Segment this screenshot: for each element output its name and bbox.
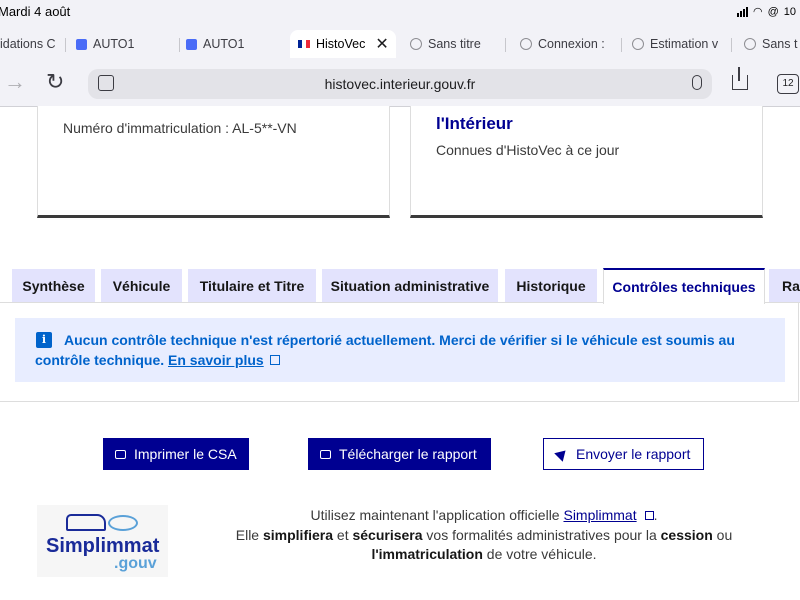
globe-icon <box>632 38 644 50</box>
download-report-button[interactable]: Télécharger le rapport <box>308 438 491 470</box>
simplimmat-promo: Utilisez maintenant l'application offici… <box>200 506 768 565</box>
card-subtitle: Connues d'HistoVec à ce jour <box>436 142 620 158</box>
print-csa-button[interactable]: Imprimer le CSA <box>103 438 249 470</box>
share-icon[interactable] <box>732 67 748 90</box>
simplimmat-link[interactable]: Simplimmat <box>563 507 654 523</box>
promo-text: Utilisez maintenant l'application offici… <box>310 507 564 523</box>
promo-text: ou <box>712 526 733 543</box>
tab-vehicule[interactable]: Véhicule <box>101 269 182 302</box>
auto1-favicon-icon <box>76 38 87 50</box>
french-flag-icon <box>298 40 310 48</box>
browser-tab[interactable]: idations C <box>0 30 66 58</box>
tab-title: Sans titre <box>428 37 481 51</box>
tab-title: Connexion : <box>538 37 605 51</box>
browser-tab[interactable]: AUTO1 <box>72 30 180 58</box>
tab-rapport[interactable]: Rap <box>769 269 800 302</box>
learn-more-label: En savoir plus <box>168 352 264 368</box>
tab-title: AUTO1 <box>203 37 245 51</box>
close-tab-icon[interactable]: ✕ <box>375 34 388 54</box>
promo-emphasis: sécurisera <box>352 526 423 543</box>
globe-icon <box>410 38 422 50</box>
forward-arrow-icon[interactable]: → <box>4 69 26 95</box>
status-time: Mardi 4 août <box>0 4 71 19</box>
send-report-label: Envoyer le rapport <box>576 446 691 462</box>
card-title: l'Intérieur <box>436 114 513 133</box>
tab-historique[interactable]: Historique <box>505 269 597 302</box>
motorcycle-icon <box>108 515 138 531</box>
promo-emphasis: cession <box>660 526 713 543</box>
browser-tab-strip: Mardi 4 août ◠ @ 10 idations C AUTO1 AUT… <box>0 0 800 61</box>
registration-number: Numéro d'immatriculation : AL-5**-VN <box>63 120 297 136</box>
alert-message: Aucun contrôle technique n'est répertori… <box>35 330 775 370</box>
tab-situation-administrative[interactable]: Situation administrative <box>322 269 498 302</box>
learn-more-link[interactable]: En savoir plus <box>168 352 264 368</box>
download-report-label: Télécharger le rapport <box>339 446 477 462</box>
vehicle-card: Numéro d'immatriculation : AL-5**-VN <box>37 106 390 218</box>
promo-emphasis: simplifiera <box>262 526 334 543</box>
browser-tab-active[interactable]: HistoVec ✕ <box>290 30 396 58</box>
promo-emphasis: l'immatriculation <box>371 546 483 562</box>
wifi-icon: ◠ <box>752 6 763 18</box>
auto1-favicon-icon <box>186 38 197 50</box>
microphone-icon[interactable] <box>692 75 702 90</box>
simplimmat-logo[interactable]: Simplimmat .gouv <box>37 505 168 577</box>
address-bar[interactable]: histovec.interieur.gouv.fr <box>88 69 712 99</box>
address-bar-row: → ↻ histovec.interieur.gouv.fr 12 <box>0 61 800 107</box>
promo-text: . <box>653 507 658 523</box>
tab-synthese[interactable]: Synthèse <box>12 269 95 302</box>
send-arrow-icon <box>554 446 570 462</box>
signal-icon <box>736 6 748 17</box>
promo-text: vos formalités administratives pour la <box>422 526 661 543</box>
car-icon <box>66 514 106 531</box>
promo-text: de votre véhicule. <box>482 546 597 562</box>
battery-level: 10 <box>783 5 796 18</box>
print-csa-label: Imprimer le CSA <box>134 446 237 462</box>
orientation-lock-icon: @ <box>767 5 779 18</box>
tab-title: HistoVec <box>316 37 366 51</box>
globe-icon <box>520 38 532 50</box>
tab-title: AUTO1 <box>93 37 135 51</box>
external-link-icon <box>644 511 654 520</box>
tab-title: idations C <box>0 37 56 51</box>
alert-text: Aucun contrôle technique n'est répertori… <box>35 332 735 368</box>
browser-tab[interactable]: Connexion : <box>520 30 622 58</box>
browser-tab[interactable]: Sans t <box>744 30 800 58</box>
tab-title: Sans t <box>762 37 798 51</box>
source-card: l'Intérieur Connues d'HistoVec à ce jour <box>410 106 763 218</box>
tab-titulaire-et-titre[interactable]: Titulaire et Titre <box>188 269 316 302</box>
simplimmat-link-label: Simplimmat <box>563 507 637 523</box>
external-link-icon <box>269 355 280 365</box>
status-icons: ◠ @ 10 <box>736 5 796 18</box>
url-text: histovec.interieur.gouv.fr <box>324 76 476 92</box>
promo-text: Elle <box>235 526 263 543</box>
send-report-button[interactable]: Envoyer le rapport <box>543 438 704 470</box>
tab-count-button[interactable]: 12 <box>777 74 799 94</box>
printer-icon <box>115 449 126 459</box>
browser-tab[interactable]: Sans titre <box>410 30 506 58</box>
reload-icon[interactable]: ↻ <box>46 69 64 95</box>
logo-suffix: .gouv <box>114 555 157 572</box>
tab-controles-techniques[interactable]: Contrôles techniques <box>603 268 765 304</box>
browser-tab[interactable]: AUTO1 <box>186 30 286 58</box>
browser-tab[interactable]: Estimation v <box>632 30 732 58</box>
promo-text: et <box>333 526 353 543</box>
tab-title: Estimation v <box>650 37 719 51</box>
printer-icon <box>320 449 331 459</box>
globe-icon <box>744 38 756 50</box>
